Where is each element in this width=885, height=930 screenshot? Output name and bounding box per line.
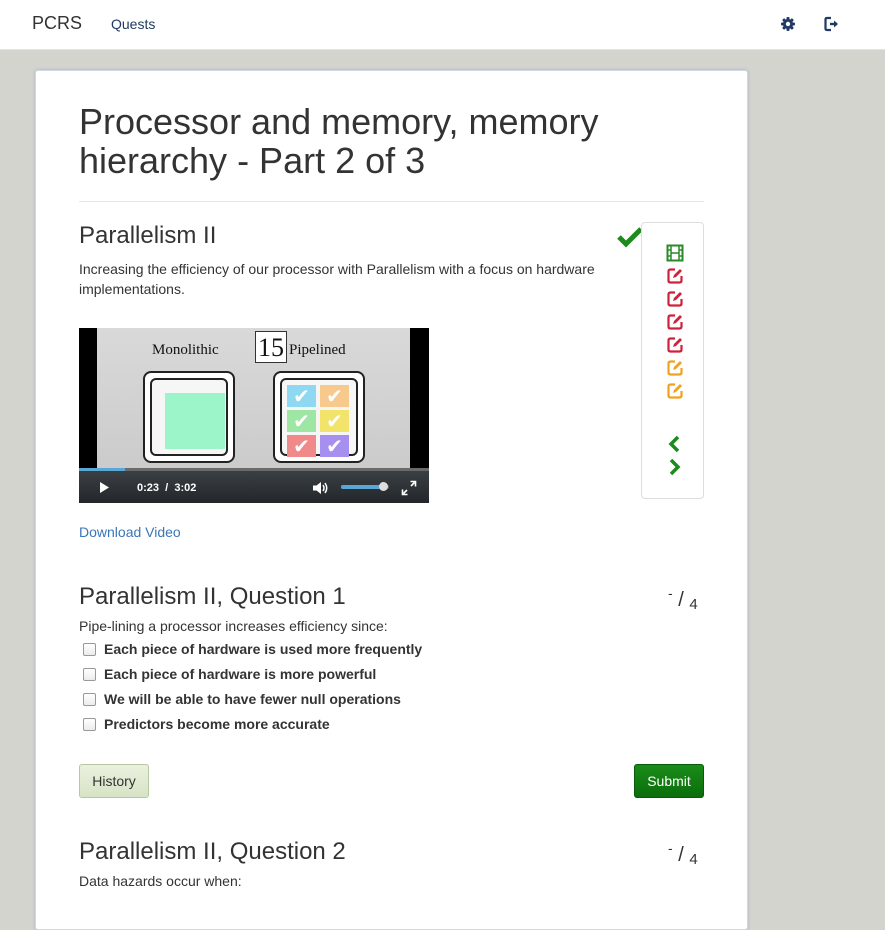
video-player[interactable]: Monolithic 15 Pipelined ✔ ✔ ✔ ✔ ✔ ✔ 0:23… [79, 328, 429, 503]
question-prompt: Data hazards occur when: [79, 873, 242, 889]
fullscreen-icon[interactable] [401, 480, 417, 501]
history-button[interactable]: History [79, 764, 149, 798]
section-title: Parallelism II [79, 222, 217, 249]
top-navbar: PCRS Quests [0, 0, 885, 50]
nav-link-quests[interactable]: Quests [111, 16, 155, 32]
time-separator: / [165, 482, 169, 494]
pipeline-stage-cell: ✔ [287, 410, 316, 432]
slide-label-right: Pipelined [289, 342, 346, 358]
current-time: 0:23 [137, 482, 160, 494]
answer-label[interactable]: Each piece of hardware is more powerful [104, 666, 376, 682]
question-prompt: Pipe-lining a processor increases effici… [79, 618, 388, 634]
slide-label-left: Monolithic [152, 342, 219, 358]
pipeline-stage-cell: ✔ [320, 410, 349, 432]
edit-icon[interactable] [666, 336, 684, 354]
edit-icon[interactable] [666, 313, 684, 331]
monolithic-block [165, 393, 225, 449]
question-score: - / 4 [668, 840, 698, 868]
answer-checkbox[interactable] [83, 693, 96, 706]
section-description: Increasing the efficiency of our process… [79, 261, 595, 297]
question-title: Parallelism II, Question 1 [79, 583, 346, 610]
submit-button[interactable]: Submit [634, 764, 704, 798]
answer-label[interactable]: We will be able to have fewer null opera… [104, 691, 401, 707]
monolithic-chip [143, 371, 235, 463]
volume-slider[interactable] [341, 482, 389, 491]
answer-checkbox[interactable] [83, 718, 96, 731]
edit-icon[interactable] [666, 359, 684, 377]
checkmark-icon [617, 226, 643, 253]
question-title: Parallelism II, Question 2 [79, 838, 346, 865]
score-max: 4 [689, 596, 698, 613]
volume-icon[interactable] [312, 481, 330, 500]
sign-out-icon[interactable] [823, 15, 841, 33]
answer-label[interactable]: Each piece of hardware is used more freq… [104, 641, 422, 657]
page-title: Processor and memory, memory hierarchy -… [79, 101, 599, 181]
score-value: - [668, 585, 673, 601]
edit-icon[interactable] [666, 290, 684, 308]
answer-label[interactable]: Predictors become more accurate [104, 716, 330, 732]
slide-number: 15 [255, 331, 287, 363]
score-max: 4 [689, 851, 698, 868]
question-score: - / 4 [668, 585, 698, 613]
pipelined-chip: ✔ ✔ ✔ ✔ ✔ ✔ [273, 371, 365, 463]
score-value: - [668, 840, 673, 856]
download-video-link[interactable]: Download Video [79, 524, 181, 540]
pipeline-stage-cell: ✔ [287, 385, 316, 407]
film-icon[interactable] [666, 244, 684, 262]
item-navigation-panel [641, 222, 704, 499]
video-time: 0:23 / 3:02 [137, 482, 196, 494]
play-icon[interactable] [99, 481, 110, 499]
chevron-left-icon[interactable] [666, 435, 684, 453]
answer-checkbox[interactable] [83, 643, 96, 656]
title-divider [79, 201, 704, 202]
brand-logo[interactable]: PCRS [32, 13, 82, 34]
volume-level [341, 485, 385, 489]
pipeline-stage-cell: ✔ [320, 435, 349, 457]
chevron-right-icon[interactable] [666, 458, 684, 476]
pipeline-stage-cell: ✔ [287, 435, 316, 457]
edit-icon[interactable] [666, 267, 684, 285]
pipeline-stage-cell: ✔ [320, 385, 349, 407]
duration: 3:02 [174, 482, 197, 494]
answer-checkbox[interactable] [83, 668, 96, 681]
edit-icon[interactable] [666, 382, 684, 400]
gear-icon[interactable] [779, 15, 797, 33]
